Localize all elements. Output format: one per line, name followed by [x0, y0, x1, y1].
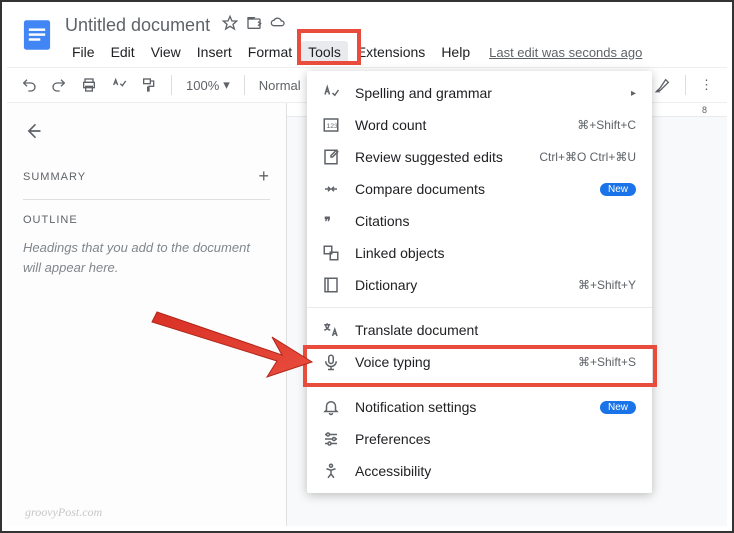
outline-panel: SUMMARY + OUTLINE Headings that you add …	[7, 103, 287, 526]
dict-icon	[321, 276, 341, 294]
move-icon[interactable]	[246, 15, 262, 36]
menu-item-label: Accessibility	[355, 463, 636, 479]
more-icon[interactable]: ⋮	[696, 73, 717, 97]
menu-item-accessibility[interactable]: Accessibility	[307, 455, 652, 487]
review-icon	[321, 148, 341, 166]
svg-text:❞: ❞	[324, 215, 330, 229]
shortcut-label: ⌘+Shift+S	[578, 355, 636, 369]
summary-label: SUMMARY	[23, 171, 86, 183]
menu-item-label: Dictionary	[355, 277, 564, 293]
menu-item-notification-settings[interactable]: Notification settings New	[307, 391, 652, 423]
menu-item-review-suggested-edits[interactable]: Review suggested edits Ctrl+⌘O Ctrl+⌘U	[307, 141, 652, 173]
new-badge: New	[600, 401, 636, 414]
menu-item-label: Notification settings	[355, 399, 586, 415]
voice-icon	[321, 353, 341, 371]
menu-item-label: Compare documents	[355, 181, 586, 197]
print-icon[interactable]	[77, 73, 101, 97]
menu-tools[interactable]: Tools	[301, 41, 348, 63]
menu-item-label: Review suggested edits	[355, 149, 525, 165]
submenu-arrow-icon: ▸	[631, 88, 636, 99]
menu-bar: File Edit View Insert Format Tools Exten…	[65, 39, 715, 65]
outline-label: OUTLINE	[23, 214, 270, 226]
prefs-icon	[321, 430, 341, 448]
menu-item-label: Voice typing	[355, 354, 564, 370]
menu-item-voice-typing[interactable]: Voice typing ⌘+Shift+S	[307, 346, 652, 378]
spell-icon	[321, 84, 341, 102]
menu-item-preferences[interactable]: Preferences	[307, 423, 652, 455]
watermark: groovyPost.com	[25, 505, 102, 520]
outline-placeholder: Headings that you add to the document wi…	[23, 238, 270, 277]
redo-icon[interactable]	[47, 73, 71, 97]
svg-text:123: 123	[327, 123, 339, 130]
menu-edit[interactable]: Edit	[104, 41, 142, 63]
menu-item-spelling-and-grammar[interactable]: Spelling and grammar ▸	[307, 77, 652, 109]
menu-item-label: Word count	[355, 117, 563, 133]
docs-logo[interactable]	[19, 13, 55, 57]
linked-icon	[321, 244, 341, 262]
back-icon[interactable]	[23, 121, 270, 146]
menu-item-translate-document[interactable]: Translate document	[307, 314, 652, 346]
menu-item-label: Linked objects	[355, 245, 636, 261]
menu-help[interactable]: Help	[434, 41, 477, 63]
menu-insert[interactable]: Insert	[190, 41, 239, 63]
tools-dropdown: Spelling and grammar ▸ 123 Word count ⌘+Shif…	[307, 71, 652, 493]
menu-item-label: Preferences	[355, 431, 636, 447]
ruler-tick: 8	[702, 105, 707, 115]
access-icon	[321, 462, 341, 480]
count-icon: 123	[321, 116, 341, 134]
translate-icon	[321, 321, 341, 339]
highlight-icon[interactable]	[651, 73, 675, 97]
menu-item-dictionary[interactable]: Dictionary ⌘+Shift+Y	[307, 269, 652, 301]
menu-item-compare-documents[interactable]: Compare documents New	[307, 173, 652, 205]
menu-format[interactable]: Format	[241, 41, 299, 63]
style-selector[interactable]: Normal	[255, 78, 305, 93]
menu-file[interactable]: File	[65, 41, 102, 63]
chevron-down-icon: ▾	[223, 77, 230, 93]
shortcut-label: Ctrl+⌘O Ctrl+⌘U	[539, 150, 636, 164]
menu-item-label: Citations	[355, 213, 636, 229]
zoom-value: 100%	[186, 78, 219, 93]
menu-extensions[interactable]: Extensions	[350, 41, 432, 63]
shortcut-label: ⌘+Shift+C	[577, 118, 636, 132]
menu-item-citations[interactable]: ❞ Citations	[307, 205, 652, 237]
cloud-icon[interactable]	[270, 15, 286, 36]
add-summary-icon[interactable]: +	[258, 166, 270, 187]
zoom-selector[interactable]: 100% ▾	[182, 77, 234, 93]
star-icon[interactable]	[222, 15, 238, 36]
menu-item-word-count[interactable]: 123 Word count ⌘+Shift+C	[307, 109, 652, 141]
cite-icon: ❞	[321, 212, 341, 230]
compare-icon	[321, 180, 341, 198]
notif-icon	[321, 398, 341, 416]
undo-icon[interactable]	[17, 73, 41, 97]
spellcheck-icon[interactable]	[107, 73, 131, 97]
new-badge: New	[600, 183, 636, 196]
last-edit-link[interactable]: Last edit was seconds ago	[489, 45, 642, 60]
style-value: Normal	[259, 78, 301, 93]
document-title[interactable]: Untitled document	[65, 15, 210, 36]
menu-item-label: Spelling and grammar	[355, 85, 617, 101]
menu-view[interactable]: View	[144, 41, 188, 63]
menu-item-linked-objects[interactable]: Linked objects	[307, 237, 652, 269]
paint-format-icon[interactable]	[137, 73, 161, 97]
shortcut-label: ⌘+Shift+Y	[578, 278, 636, 292]
menu-item-label: Translate document	[355, 322, 636, 338]
